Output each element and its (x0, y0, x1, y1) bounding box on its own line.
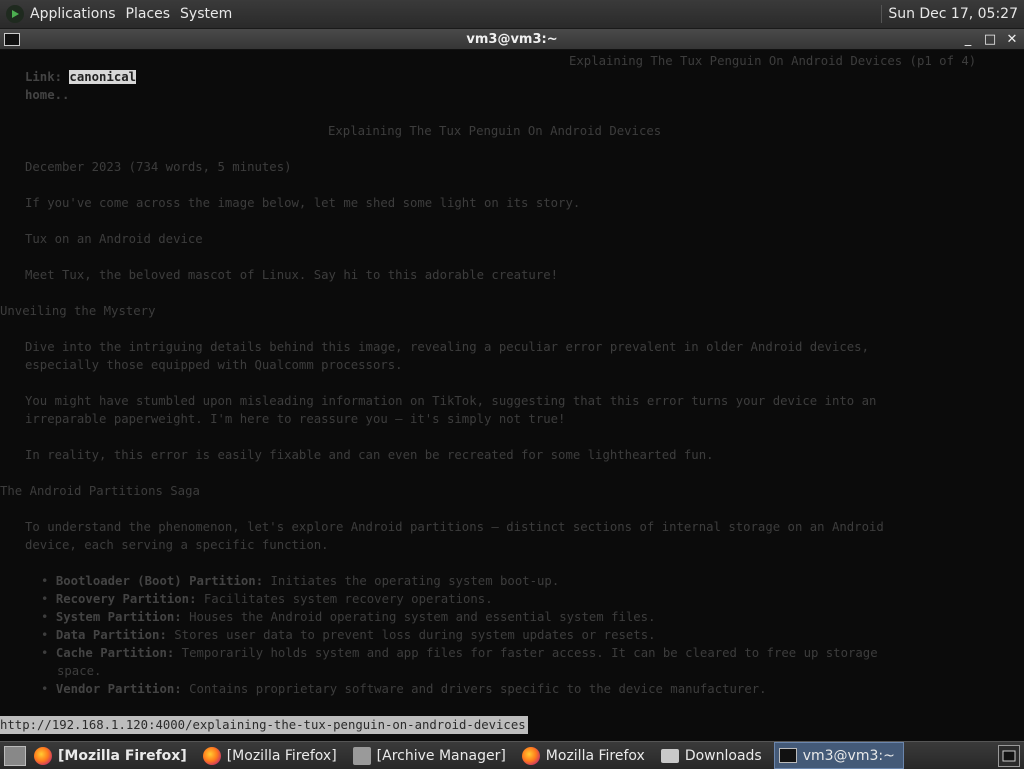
firefox-icon (521, 746, 540, 765)
maximize-button[interactable]: □ (982, 31, 998, 47)
list-item: • Data Partition: Stores user data to pr… (41, 628, 656, 642)
paragraph-4-line-1: You might have stumbled upon misleading … (25, 394, 877, 408)
taskbar-item-label: [Mozilla Firefox] (58, 747, 187, 764)
minimize-button[interactable]: _ (960, 31, 976, 47)
clock[interactable]: Sun Dec 17, 05:27 (888, 6, 1018, 22)
window-title: vm3@vm3:~ (466, 31, 558, 47)
list-item-continuation: space. (57, 664, 102, 678)
list-item-text: Houses the Android operating system and … (181, 610, 656, 624)
firefox-icon (34, 746, 52, 765)
close-button[interactable]: ✕ (1004, 31, 1020, 47)
canonical-link[interactable]: canonical (69, 70, 137, 84)
taskbar-item-label: [Archive Manager] (376, 747, 506, 764)
paragraph-3-line-2: especially those equipped with Qualcomm … (25, 358, 403, 372)
heading-partitions: The Android Partitions Saga (0, 484, 200, 498)
taskbar-item-firefox-1[interactable]: [Mozilla Firefox] (30, 743, 195, 768)
image-alt-text: Tux on an Android device (25, 232, 203, 246)
page-position-header: Explaining The Tux Penguin On Android De… (569, 54, 977, 68)
list-item-label: System Partition: (55, 610, 182, 624)
list-item: • Bootloader (Boot) Partition: Initiates… (41, 574, 560, 588)
taskbar-item-archive-manager[interactable]: [Archive Manager] (349, 743, 514, 768)
list-item-text: Initiates the operating system boot-up. (263, 574, 560, 588)
archive-manager-icon (352, 746, 371, 765)
terminal-view[interactable]: Explaining The Tux Penguin On Android De… (0, 50, 1024, 740)
places-menu[interactable]: Places (126, 6, 171, 22)
panel-separator (881, 5, 883, 23)
applications-menu[interactable]: Applications (30, 6, 116, 22)
list-item: • Vendor Partition: Contains proprietary… (41, 682, 767, 696)
taskbar-item-firefox-3[interactable]: Mozilla Firefox (518, 743, 653, 768)
folder-icon (660, 748, 679, 763)
link-line: Link: canonical (25, 68, 137, 86)
paragraph-5: In reality, this error is easily fixable… (25, 448, 714, 462)
paragraph-3-line-1: Dive into the intriguing details behind … (25, 340, 869, 354)
paragraph-2: Meet Tux, the beloved mascot of Linux. S… (25, 268, 559, 282)
taskbar-item-label: Mozilla Firefox (545, 747, 645, 764)
paragraph-6-line-1: To understand the phenomenon, let's expl… (25, 520, 884, 534)
taskbar-item-label: vm3@vm3:~ (802, 747, 895, 764)
taskbar-item-downloads[interactable]: Downloads (657, 743, 770, 768)
list-item: • Cache Partition: Temporarily holds sys… (41, 646, 878, 660)
paragraph-4-line-2: irreparable paperweight. I'm here to rea… (25, 412, 566, 426)
paragraph-6-line-2: device, each serving a specific function… (25, 538, 329, 552)
link-prefix: Link: (25, 70, 70, 84)
list-item-text: Temporarily holds system and app files f… (174, 646, 878, 660)
list-item-label: Bootloader (Boot) Partition: (55, 574, 264, 588)
paragraph-1: If you've come across the image below, l… (25, 196, 581, 210)
terminal-icon (778, 748, 797, 763)
taskbar-item-label: [Mozilla Firefox] (226, 747, 337, 764)
list-item-label: Data Partition: (55, 628, 167, 642)
system-menu[interactable]: System (180, 6, 232, 22)
status-url: http://192.168.1.120:4000/explaining-the… (0, 716, 528, 734)
window-titlebar[interactable]: vm3@vm3:~ _ □ ✕ (0, 29, 1024, 50)
taskbar-item-label: Downloads (684, 747, 762, 764)
list-item-text: Stores user data to prevent loss during … (166, 628, 656, 642)
list-item-label: Vendor Partition: (55, 682, 182, 696)
taskbar-item-terminal[interactable]: vm3@vm3:~ (773, 742, 904, 769)
taskbar-item-firefox-2[interactable]: [Mozilla Firefox] (199, 743, 345, 768)
list-item-label: Cache Partition: (55, 646, 175, 660)
article-meta: December 2023 (734 words, 5 minutes) (25, 160, 292, 174)
list-item-text: Contains proprietary software and driver… (181, 682, 767, 696)
article-title: Explaining The Tux Penguin On Android De… (328, 124, 662, 138)
distro-logo-icon[interactable] (6, 5, 24, 23)
list-item: • Recovery Partition: Facilitates system… (41, 592, 493, 606)
show-desktop-icon[interactable] (4, 745, 26, 766)
firefox-icon (202, 746, 221, 765)
list-item-text: Facilitates system recovery operations. (196, 592, 493, 606)
list-item-label: Recovery Partition: (55, 592, 197, 606)
workspace-switcher-icon[interactable] (998, 744, 1020, 767)
list-item: • System Partition: Houses the Android o… (41, 610, 656, 624)
top-panel: Applications Places System Sun Dec 17, 0… (0, 0, 1024, 29)
taskbar: [Mozilla Firefox] [Mozilla Firefox] [Arc… (0, 741, 1024, 769)
home-link[interactable]: home.. (25, 86, 69, 104)
heading-mystery: Unveiling the Mystery (0, 304, 156, 318)
